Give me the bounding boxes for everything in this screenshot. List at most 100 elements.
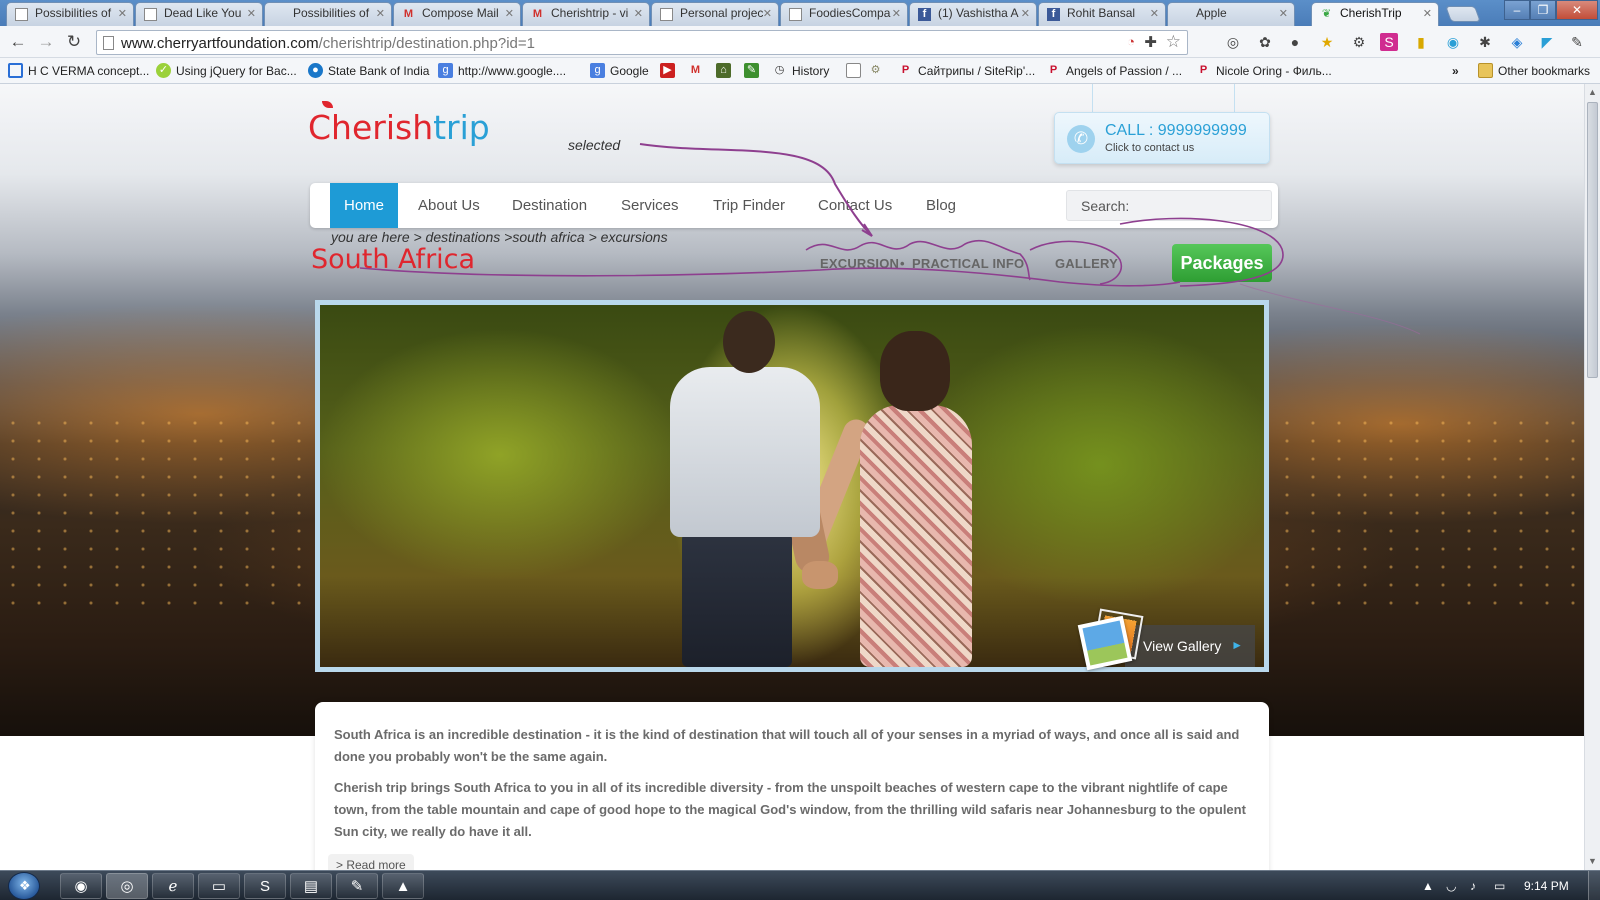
bookmark-item[interactable]: ⌂ [716, 62, 734, 80]
display-icon[interactable]: ▭ [1494, 879, 1505, 893]
close-tab-icon[interactable]: ✕ [634, 7, 643, 20]
scrollbar-thumb[interactable] [1587, 102, 1598, 378]
star-extension-icon[interactable]: ★ [1318, 33, 1336, 51]
browser-tab[interactable]: FoodiesCompa ✕ [780, 2, 908, 26]
close-tab-icon[interactable]: ✕ [763, 7, 772, 20]
puzzle-icon[interactable]: ✚ [1144, 33, 1157, 51]
close-tab-icon[interactable]: ✕ [247, 7, 256, 20]
browser-tab[interactable]: f Rohit Bansal ✕ [1038, 2, 1166, 26]
photos-stack-icon[interactable] [1077, 608, 1146, 671]
subnav-excursion[interactable]: EXCURSION [820, 256, 899, 271]
site-logo[interactable]: Cherishtrip [308, 101, 490, 147]
ie-icon[interactable]: ℯ [152, 873, 194, 899]
extension-icon[interactable]: ✿ [1256, 33, 1274, 51]
chrome-icon[interactable]: ◎ [106, 873, 148, 899]
other-bookmarks-folder[interactable]: Other bookmarks [1478, 62, 1590, 80]
bookmark-item[interactable]: M [688, 62, 706, 80]
bookmark-item[interactable]: P Сайтрипы / SiteRip'... [898, 62, 1035, 80]
browser-tab[interactable]: M Compose Mail ✕ [393, 2, 521, 26]
network-icon[interactable]: ◡ [1446, 879, 1456, 893]
window-close-button[interactable]: ✕ [1556, 0, 1598, 20]
nav-services[interactable]: Services [621, 183, 679, 228]
close-tab-icon[interactable]: ✕ [376, 7, 385, 20]
bookmark-item[interactable]: g http://www.google.... [438, 62, 566, 80]
extension-icon[interactable]: ◈ [1508, 33, 1526, 51]
nav-home[interactable]: Home [330, 183, 399, 228]
reload-button[interactable]: ↻ [62, 31, 86, 53]
show-desktop-button[interactable] [1588, 871, 1600, 900]
extension-icon[interactable]: ◉ [1444, 33, 1462, 51]
new-tab-button[interactable] [1445, 6, 1481, 22]
page-scrollbar[interactable]: ▲ ▼ [1584, 84, 1600, 870]
extension-icon[interactable]: ● [1286, 33, 1304, 51]
bookmark-item[interactable]: P Nicole Oring - Филь... [1196, 62, 1332, 80]
skype-icon[interactable]: S [244, 873, 286, 899]
bookmark-item[interactable]: H C VERMA concept... [8, 62, 149, 80]
extension-icon[interactable]: ▮ [1412, 33, 1430, 51]
start-button[interactable]: ❖ [8, 872, 40, 900]
maximize-button[interactable]: ❐ [1530, 0, 1556, 20]
vlc-icon[interactable]: ▲ [382, 873, 424, 899]
p-icon: P [1199, 64, 1208, 76]
browser-tab[interactable]: Dead Like You ✕ [135, 2, 263, 26]
close-tab-icon[interactable]: ✕ [1150, 7, 1159, 20]
wrench-icon[interactable]: ✎ [1568, 33, 1586, 51]
extension-icon[interactable]: ◤ [1538, 33, 1556, 51]
notes-icon[interactable]: ✎ [336, 873, 378, 899]
browser-tab[interactable]: Personal projec ✕ [651, 2, 779, 26]
nav-contact-us[interactable]: Contact Us [818, 183, 892, 228]
browser-tab[interactable]: Apple ✕ [1167, 2, 1295, 26]
search-box[interactable] [1066, 190, 1272, 221]
forward-button[interactable]: → [34, 31, 58, 53]
extension-icon[interactable]: ✱ [1476, 33, 1494, 51]
s-extension-icon[interactable]: S [1380, 33, 1398, 51]
subnav-practical-info[interactable]: PRACTICAL INFO [912, 256, 1024, 271]
tray-expand-icon[interactable]: ▲ [1422, 879, 1434, 893]
browser-tab[interactable]: f (1) Vashistha A ✕ [909, 2, 1037, 26]
bookmark-item[interactable]: ◷ History [772, 62, 830, 80]
volume-icon[interactable]: ♪ [1470, 879, 1476, 893]
scroll-up-icon[interactable]: ▲ [1588, 87, 1597, 97]
bookmark-item[interactable]: ▶ [660, 62, 678, 80]
bookmark-item[interactable]: ✎ [744, 62, 762, 80]
bookmark-star-icon[interactable]: ☆ [1166, 32, 1181, 52]
extension-icon[interactable]: ⚙ [1350, 33, 1368, 51]
subnav-gallery[interactable]: GALLERY [1055, 256, 1118, 271]
firefox-icon[interactable]: ◉ [60, 873, 102, 899]
nav-about-us[interactable]: About Us [418, 183, 480, 228]
extension-icon[interactable]: ◎ [1224, 33, 1242, 51]
browser-tab[interactable]: M Cherishtrip - vi ✕ [522, 2, 650, 26]
bookmarks-overflow-button[interactable]: » [1452, 62, 1470, 80]
back-button[interactable]: ← [6, 31, 30, 53]
extension-icon[interactable]: ◔ [1127, 34, 1135, 49]
close-tab-icon[interactable]: ✕ [1423, 7, 1432, 20]
nav-trip-finder[interactable]: Trip Finder [713, 183, 785, 228]
bookmark-item[interactable]: ⚙ [868, 62, 886, 80]
close-tab-icon[interactable]: ✕ [118, 7, 127, 20]
address-bar[interactable]: www.cherryartfoundation.com/cherishtrip/… [96, 30, 1188, 55]
call-contact-box[interactable]: ✆ CALL : 9999999999 Click to contact us [1054, 112, 1270, 164]
read-more-link[interactable]: > Read more [328, 854, 414, 870]
browser-tab-active[interactable]: ❦ CherishTrip ✕ [1311, 2, 1439, 26]
scroll-down-icon[interactable]: ▼ [1588, 856, 1597, 866]
notepad-icon[interactable]: ▤ [290, 873, 332, 899]
search-input[interactable] [1067, 191, 1271, 220]
bookmark-item[interactable] [846, 62, 864, 80]
bookmark-item[interactable]: ✓ Using jQuery for Bac... [156, 62, 297, 80]
minimize-button[interactable]: – [1504, 0, 1530, 20]
browser-tab[interactable]: Possibilities of ✕ [6, 2, 134, 26]
url-text[interactable]: www.cherryartfoundation.com/cherishtrip/… [121, 35, 535, 52]
bookmark-item[interactable]: P Angels of Passion / ... [1046, 62, 1182, 80]
explorer-icon[interactable]: ▭ [198, 873, 240, 899]
packages-button[interactable]: Packages [1172, 244, 1272, 282]
nav-blog[interactable]: Blog [926, 183, 956, 228]
close-tab-icon[interactable]: ✕ [1021, 7, 1030, 20]
bookmark-item[interactable]: ● State Bank of India [308, 62, 429, 80]
nav-destination[interactable]: Destination [512, 183, 587, 228]
close-tab-icon[interactable]: ✕ [1279, 7, 1288, 20]
close-tab-icon[interactable]: ✕ [505, 7, 514, 20]
system-clock[interactable]: 9:14 PM [1524, 879, 1569, 893]
bookmark-item[interactable]: g Google [590, 62, 649, 80]
close-tab-icon[interactable]: ✕ [892, 7, 901, 20]
browser-tab[interactable]: Possibilities of ✕ [264, 2, 392, 26]
